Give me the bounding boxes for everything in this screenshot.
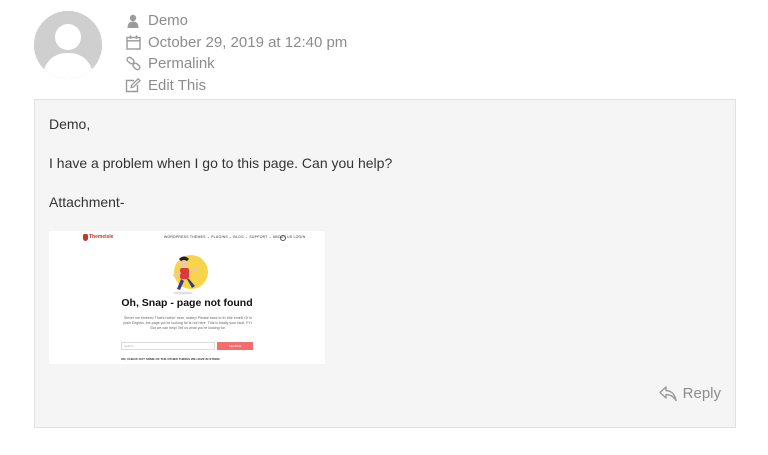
attachment-paragraph: Shiver me timbers! That's nothin' here, … <box>123 316 253 330</box>
user-icon <box>124 13 142 29</box>
attachment-label: Attachment- <box>49 194 125 210</box>
calendar-icon <box>124 34 142 50</box>
comment-date-row: October 29, 2019 at 12:40 pm <box>124 32 347 53</box>
attachment-title: Oh, Snap - page not found <box>121 297 253 309</box>
link-icon <box>124 56 142 72</box>
attachment-logo-icon <box>83 234 88 241</box>
attachment-search-icon <box>280 235 286 241</box>
default-avatar-icon <box>34 11 102 79</box>
reply-icon <box>658 385 677 402</box>
comment-text: Demo, I have a problem when I go to this… <box>49 116 392 233</box>
avatar <box>34 11 102 79</box>
attachment-nav: Themeisle WORDPRESS THEMES ⌄ PLUGINS ⌄ B… <box>49 234 325 244</box>
attachment-logo-text: Themeisle <box>89 234 114 240</box>
comment-page: Demo October 29, 2019 at 12:40 pm Permal… <box>0 0 768 455</box>
reply-button[interactable]: Reply <box>658 385 721 402</box>
attachment-footer: OR, CHECK OUT SOME OF THE OTHER THINGS W… <box>121 357 221 361</box>
comment-body: Demo, I have a problem when I go to this… <box>34 99 736 428</box>
attachment-search-button: SEARCH <box>217 342 253 350</box>
comment-message: I have a problem when I go to this page.… <box>49 155 393 171</box>
attachment-search-input: Search ... <box>121 342 215 350</box>
pirate-illustration-icon <box>173 255 208 295</box>
edit-comment-link[interactable]: Edit This <box>148 77 206 94</box>
edit-icon <box>124 77 142 93</box>
comment-edit-row: Edit This <box>124 75 347 96</box>
reply-label: Reply <box>682 385 721 402</box>
comment-meta: Demo October 29, 2019 at 12:40 pm Permal… <box>124 10 347 96</box>
comment-date-link[interactable]: October 29, 2019 at 12:40 pm <box>148 34 347 51</box>
comment-author: Demo <box>148 12 189 29</box>
attachment-image[interactable]: Themeisle WORDPRESS THEMES ⌄ PLUGINS ⌄ B… <box>49 231 325 364</box>
comment-permalink-row: Permalink <box>124 53 347 74</box>
comment-author-row: Demo <box>124 10 347 31</box>
permalink-link[interactable]: Permalink <box>148 55 215 72</box>
comment-greeting: Demo, <box>49 116 91 132</box>
